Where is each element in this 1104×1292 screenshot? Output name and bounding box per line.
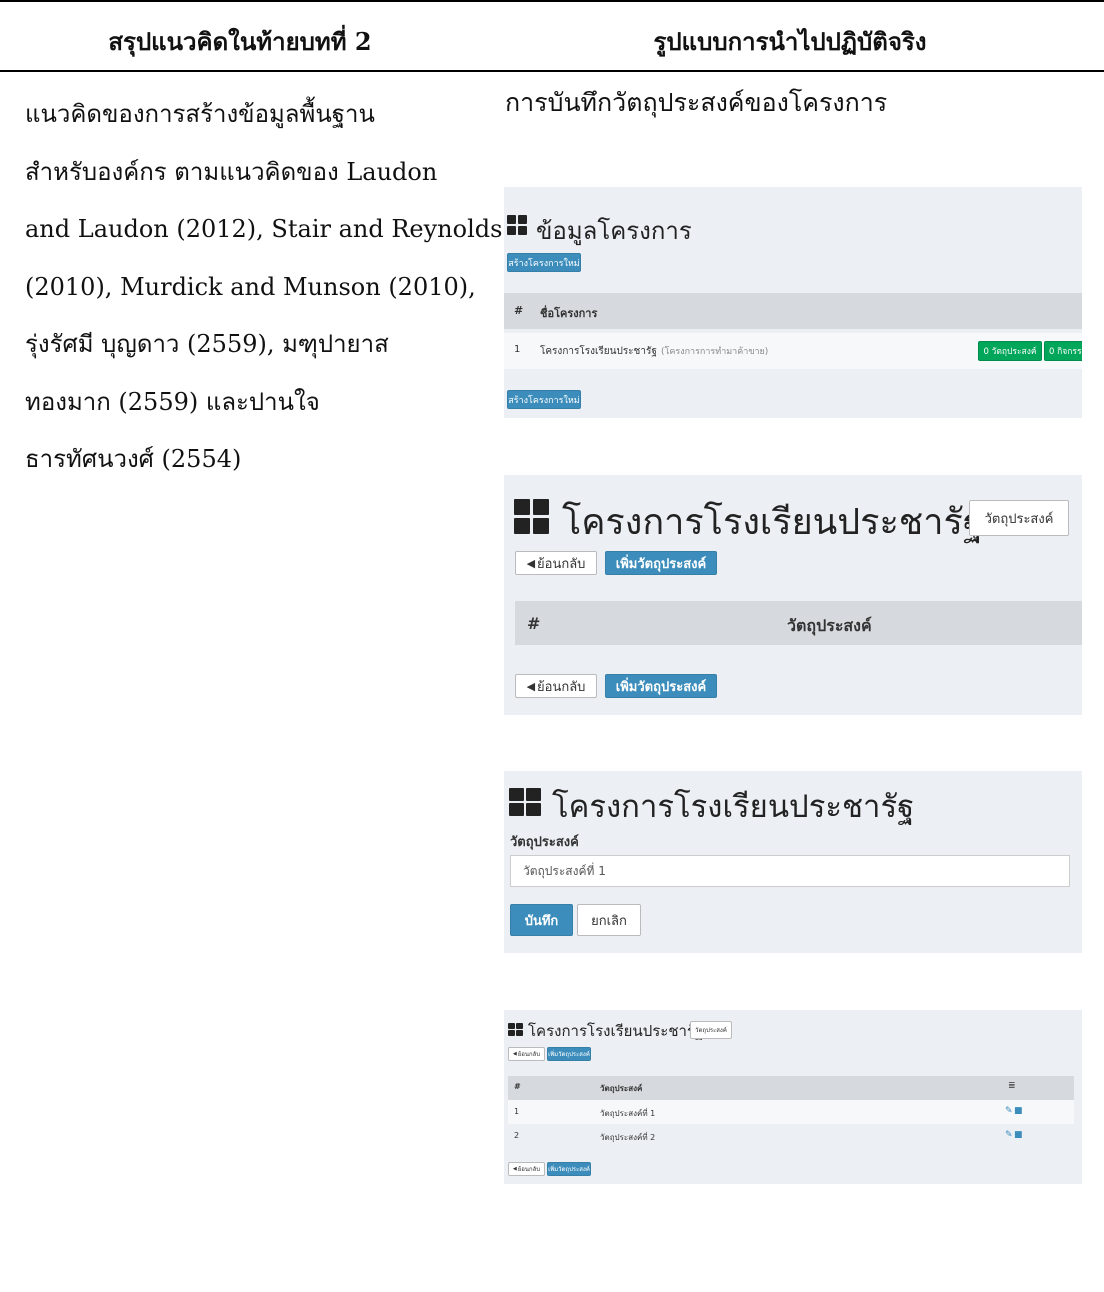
add-objective-button-bottom[interactable]: เพิ่มวัตถุประสงค์ — [547, 1162, 591, 1176]
row-index: 2 — [514, 1131, 520, 1140]
grid-icon — [507, 215, 527, 235]
screenshot-objectives-empty: โครงการโรงเรียนประชารัฐ วัตถุประสงค์ ◀ ย้… — [504, 475, 1082, 715]
caret-left-icon: ◀ — [526, 679, 536, 693]
screenshot-objective-form: โครงการโรงเรียนประชารัฐ วัตถุประสงค์ บัน… — [504, 771, 1082, 953]
caret-left-icon: ◀ — [526, 556, 536, 570]
col-header-index: # — [527, 614, 541, 633]
save-button[interactable]: บันทึก — [510, 904, 573, 936]
objective-tag: วัตถุประสงค์ — [969, 500, 1069, 536]
left-column-text: แนวคิดของการสร้างข้อมูลพื้นฐาน สำหรับองค… — [25, 86, 503, 489]
back-button-bottom[interactable]: ◀ ย้อนกลับ — [515, 674, 597, 698]
table-header-rule — [0, 70, 1104, 72]
add-objective-button[interactable]: เพิ่มวัตถุประสงค์ — [605, 551, 717, 575]
objective-input[interactable] — [510, 855, 1070, 887]
page-title: ข้อมูลโครงการ — [536, 217, 692, 245]
objective-tag: วัตถุประสงค์ — [690, 1021, 732, 1039]
row-index: 1 — [514, 1107, 520, 1116]
left-line-4: (2010), Murdick and Munson (2010), — [25, 272, 476, 301]
activities-badge[interactable]: 0 กิจกรรม — [1044, 341, 1082, 361]
back-button-label: ย้อนกลับ — [537, 679, 586, 695]
grid-icon — [509, 788, 541, 816]
grid-icon — [508, 1023, 523, 1036]
trash-icon[interactable]: ■ — [1014, 1130, 1023, 1140]
create-project-button-bottom[interactable]: สร้างโครงการใหม่ — [507, 390, 581, 409]
page-title: โครงการโรงเรียนประชารัฐ — [562, 502, 983, 543]
table-top-rule — [0, 0, 1104, 2]
col-header-objective: วัตถุประสงค์ — [787, 616, 872, 635]
list-icon: ≣ — [1008, 1081, 1016, 1091]
row-project-name[interactable]: โครงการโรงเรียนประชารัฐ — [540, 344, 657, 359]
screenshot-objectives-list: โครงการโรงเรียนประชารัฐ วัตถุประสงค์ ◀ ย้… — [504, 1010, 1082, 1184]
edit-icon[interactable]: ✎ — [1005, 1130, 1013, 1140]
left-line-6: ทองมาก (2559) และปานใจ — [25, 387, 320, 416]
objectives-badge[interactable]: 0 วัตถุประสงค์ — [978, 341, 1042, 361]
add-objective-button-bottom[interactable]: เพิ่มวัตถุประสงค์ — [605, 674, 717, 698]
row-objective: วัตถุประสงค์ที่ 2 — [600, 1133, 656, 1142]
back-button-label: ย้อนกลับ — [517, 1166, 541, 1173]
objective-field-label: วัตถุประสงค์ — [510, 835, 579, 850]
trash-icon[interactable]: ■ — [1014, 1106, 1023, 1116]
left-line-3: and Laudon (2012), Stair and Reynolds — [25, 215, 503, 243]
cancel-button[interactable]: ยกเลิก — [577, 904, 641, 936]
right-column-heading-text: การบันทึกวัตถุประสงค์ของโครงการ — [505, 88, 888, 117]
row-project-subtitle: (โครงการการทำมาค้าขาย) — [661, 347, 769, 357]
right-column-heading: รูปแบบการนำไปปฏิบัติจริง — [653, 27, 927, 56]
caret-left-icon: ◀ — [512, 1051, 517, 1057]
table-header — [508, 1076, 1074, 1100]
col-header-index: # — [514, 1082, 521, 1091]
add-objective-button[interactable]: เพิ่มวัตถุประสงค์ — [547, 1047, 591, 1061]
left-line-2: สำหรับองค์กร ตามแนวคิดของ Laudon — [25, 157, 438, 186]
back-button[interactable]: ◀ ย้อนกลับ — [515, 551, 597, 575]
page-title: โครงการโรงเรียนประชารัฐ — [552, 789, 915, 825]
edit-icon[interactable]: ✎ — [1005, 1106, 1013, 1116]
back-button-label: ย้อนกลับ — [517, 1051, 541, 1058]
page-title: โครงการโรงเรียนประชารัฐ — [528, 1022, 704, 1040]
col-header-index: # — [514, 304, 524, 317]
left-line-1: แนวคิดของการสร้างข้อมูลพื้นฐาน — [25, 100, 375, 128]
back-button-bottom[interactable]: ◀ ย้อนกลับ — [508, 1162, 545, 1176]
row-index: 1 — [514, 344, 521, 355]
table-row — [508, 1100, 1074, 1124]
left-column-heading: สรุปแนวคิดในท้ายบทที่ 2 — [108, 27, 372, 56]
create-project-button[interactable]: สร้างโครงการใหม่ — [507, 253, 581, 272]
col-header-objective: วัตถุประสงค์ — [600, 1084, 643, 1093]
back-button-label: ย้อนกลับ — [537, 556, 586, 572]
back-button[interactable]: ◀ ย้อนกลับ — [508, 1047, 545, 1061]
grid-icon — [514, 499, 549, 534]
col-header-project-name: ชื่อโครงการ — [540, 307, 598, 320]
row-objective: วัตถุประสงค์ที่ 1 — [600, 1109, 656, 1118]
left-line-7: ธารทัศนวงศ์ (2554) — [25, 445, 242, 473]
caret-left-icon: ◀ — [512, 1166, 517, 1172]
screenshot-project-list: ข้อมูลโครงการ สร้างโครงการใหม่ # ชื่อโคร… — [504, 187, 1082, 418]
left-line-5: รุ่งรัศมี บุญดาว (2559), มฑุปายาส — [25, 330, 389, 358]
table-row — [508, 1124, 1074, 1148]
